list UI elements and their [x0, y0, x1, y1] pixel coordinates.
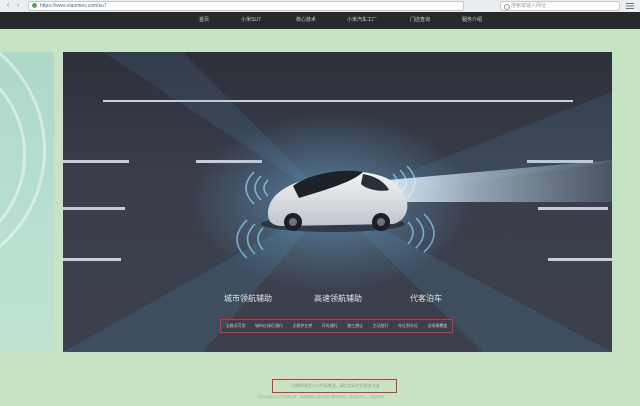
feature-item: 主动绕行: [372, 323, 389, 328]
nav-item-home[interactable]: 首页: [199, 12, 209, 29]
autonomous-driving-illustration: [63, 52, 612, 352]
address-bar[interactable]: https://www.xiaomiev.com/su7: [28, 1, 464, 11]
feature-list-highlight: 全路况可用 城市红绿灯通行 无保护左转 环岛通行 施工避让 主动绕行 车位到车位…: [220, 319, 453, 333]
lane-line: [103, 100, 573, 102]
lane-dash: [63, 160, 129, 163]
disclaimer-footnote: * 实际功能以交付车辆为准，驾驶辅助功能不能代替驾驶员，请保持专注，谨慎驾驶: [255, 395, 385, 399]
site-nav: 首页 小米SU7 核心技术 小米汽车工厂 门店查询 服务介绍: [0, 12, 640, 29]
search-icon: [504, 4, 510, 10]
carousel-side-panel: [0, 52, 54, 352]
search-input[interactable]: 搜索或输入网址: [500, 1, 620, 11]
feature-item: 全场景覆盖: [427, 323, 448, 328]
forward-icon[interactable]: ›: [14, 2, 22, 10]
lane-dash: [538, 207, 608, 210]
nav-item-su7[interactable]: 小米SU7: [241, 12, 261, 29]
lane-dash: [548, 258, 612, 261]
hero-banner: 城市领航辅助 高速领航辅助 代客泊车 全路况可用 城市红绿灯通行 无保护左转 环…: [63, 52, 612, 352]
back-icon[interactable]: ‹: [4, 2, 12, 10]
ota-note: * 功能将通过OTA升级推送，请以实际交付版本为准: [289, 383, 380, 388]
ota-note-highlight: * 功能将通过OTA升级推送，请以实际交付版本为准: [272, 379, 397, 393]
feature-item: 车位到车位: [397, 323, 418, 328]
search-placeholder: 搜索或输入网址: [511, 3, 547, 9]
nav-item-stores[interactable]: 门店查询: [410, 12, 430, 29]
lane-dash: [63, 207, 125, 210]
feature-list: 全路况可用 城市红绿灯通行 无保护左转 环岛通行 施工避让 主动绕行 车位到车位…: [221, 320, 452, 332]
feature-item: 施工避让: [347, 323, 364, 328]
menu-icon[interactable]: [626, 3, 634, 9]
feature-item: 无保护左转: [292, 323, 313, 328]
feature-item: 全路况可用: [225, 323, 246, 328]
feature-title-valet-parking: 代客泊车: [410, 294, 442, 303]
feature-title-city-noa: 城市领航辅助: [224, 294, 272, 303]
feature-item: 城市红绿灯通行: [255, 323, 284, 328]
feature-titles: 城市领航辅助 高速领航辅助 代客泊车: [63, 293, 612, 307]
nav-item-service[interactable]: 服务介绍: [462, 12, 482, 29]
feature-item: 环岛通行: [321, 323, 338, 328]
lane-dash: [63, 258, 121, 261]
feature-title-highway-noa: 高速领航辅助: [314, 294, 362, 303]
nav-item-factory[interactable]: 小米汽车工厂: [347, 12, 377, 29]
lock-icon: [32, 3, 37, 8]
address-text: https://www.xiaomiev.com/su7: [40, 3, 107, 9]
nav-item-core-tech[interactable]: 核心技术: [296, 12, 316, 29]
